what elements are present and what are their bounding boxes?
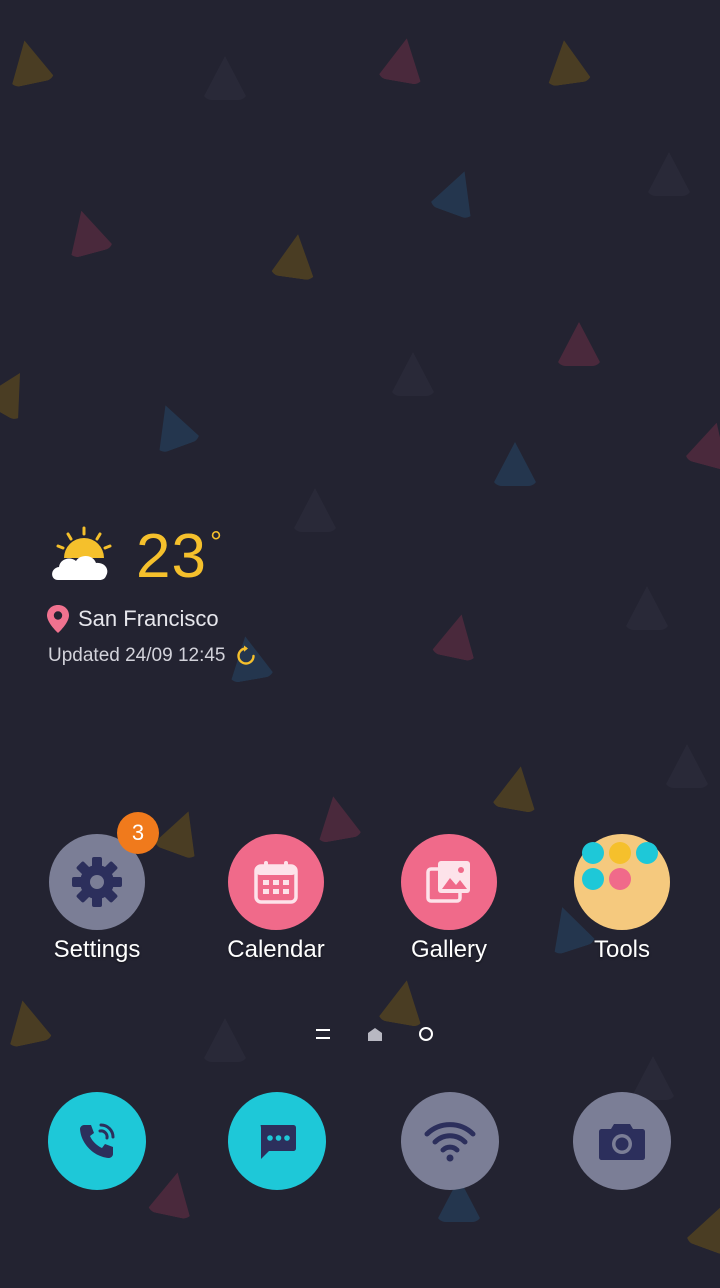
updated-row: Updated 24/09 12:45 — [48, 644, 258, 668]
calendar-icon — [254, 861, 298, 904]
camera-icon — [599, 1124, 645, 1160]
phone-icon — [80, 1123, 115, 1158]
app-label: Calendar — [227, 936, 325, 963]
messages-icon — [260, 1125, 296, 1159]
temperature: 23 — [136, 522, 207, 591]
city-name: San Francisco — [78, 606, 219, 631]
location: San Francisco — [46, 604, 219, 634]
refresh-icon[interactable] — [234, 644, 258, 668]
settings-app-icon[interactable]: 3 — [49, 812, 159, 930]
dock-wifi[interactable] — [401, 1092, 499, 1190]
calendar-app-icon[interactable] — [228, 834, 324, 930]
mini-folder-icon — [609, 842, 631, 864]
location-pin-icon — [47, 605, 69, 633]
page-indicator — [0, 1026, 720, 1046]
app-drawer-indicator[interactable] — [316, 1029, 330, 1039]
gear-icon — [72, 857, 122, 907]
wifi-icon — [424, 1122, 476, 1162]
gallery-app-icon[interactable] — [401, 834, 497, 930]
app-gallery[interactable]: Gallery — [374, 834, 524, 964]
mini-settings-icon — [582, 842, 604, 864]
gallery-icon — [426, 861, 470, 903]
app-tools-folder[interactable]: Tools — [547, 834, 697, 964]
app-label: Tools — [593, 936, 651, 963]
app-label: Gallery — [410, 936, 488, 963]
notification-badge: 3 — [117, 812, 159, 854]
folder-icon — [574, 834, 670, 930]
dock-phone[interactable] — [48, 1092, 146, 1190]
app-label: Settings — [53, 936, 141, 963]
home-screen: 23 ° San Francisco Updated 24/09 12:45 3… — [0, 0, 720, 1288]
app-settings[interactable]: 3 Settings — [22, 812, 172, 964]
mini-globe-icon — [582, 868, 604, 890]
partly-sunny-icon — [52, 526, 112, 580]
tools-folder-icon[interactable] — [574, 834, 670, 930]
weather-widget[interactable]: 23 ° San Francisco Updated 24/09 12:45 — [46, 520, 366, 680]
page-dot[interactable] — [419, 1027, 433, 1041]
home-indicator-icon[interactable] — [368, 1028, 382, 1041]
dock-camera[interactable] — [573, 1092, 671, 1190]
app-calendar[interactable]: Calendar — [201, 834, 351, 964]
mini-music-icon — [609, 868, 631, 890]
updated-time: Updated 24/09 12:45 — [48, 645, 226, 666]
mini-share-icon — [636, 842, 658, 864]
dock-messages[interactable] — [228, 1092, 326, 1190]
temperature-unit: ° — [210, 526, 222, 559]
